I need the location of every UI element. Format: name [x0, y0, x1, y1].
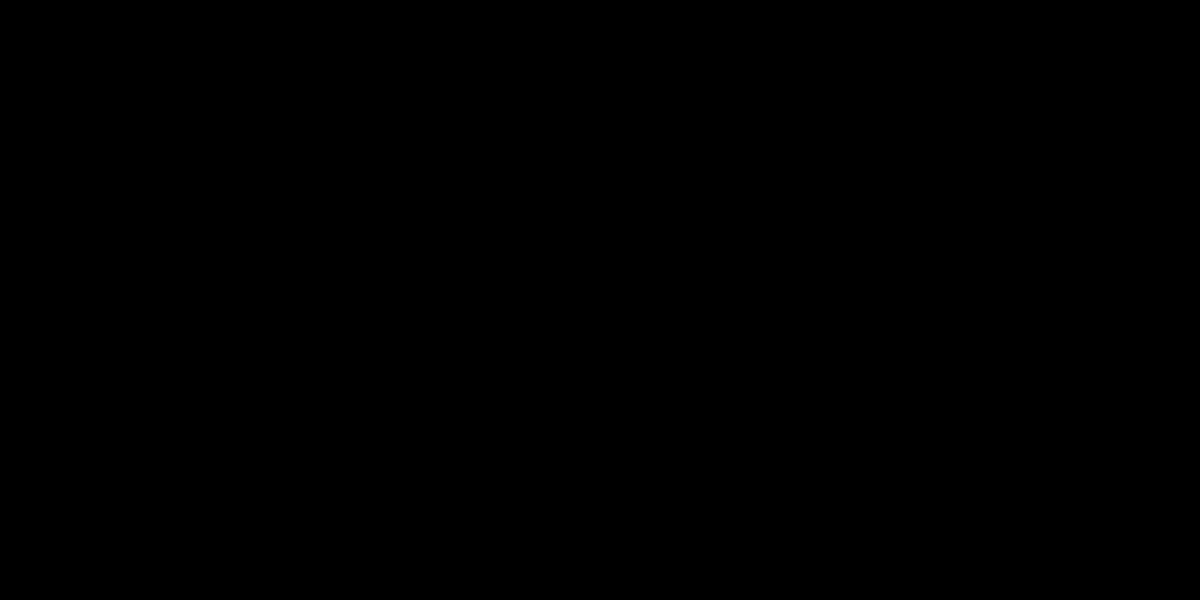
- spectrum-chart: [0, 0, 1200, 600]
- spectrum-canvas: [0, 0, 1200, 600]
